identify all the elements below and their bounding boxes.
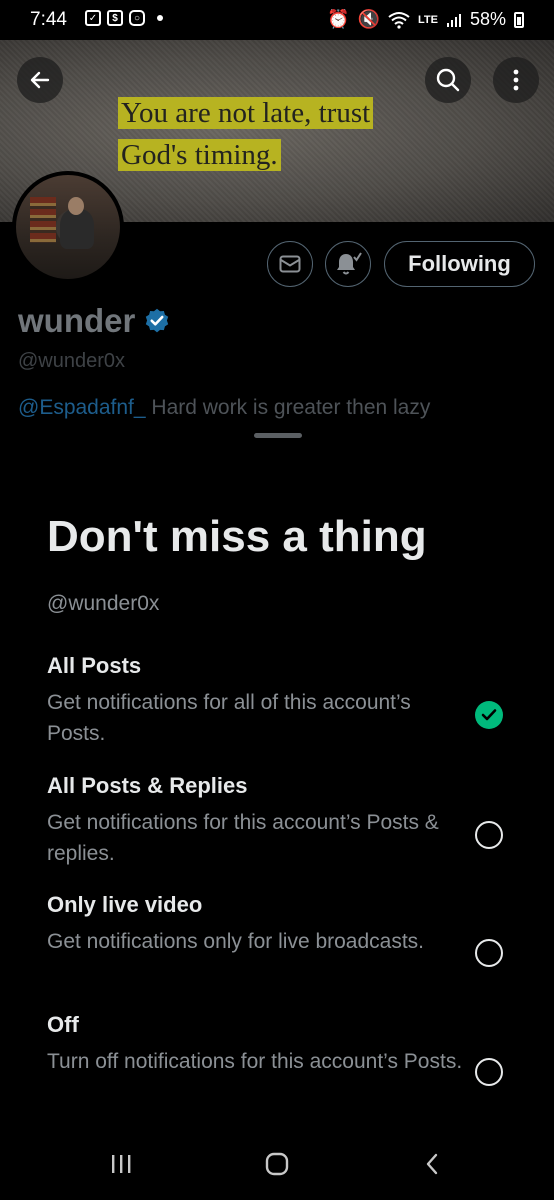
option-description: Get notifications only for live broadcas… (47, 930, 425, 953)
option-only-live-video[interactable]: Only live video Get notifications only f… (47, 892, 527, 967)
option-radio[interactable] (475, 821, 503, 849)
option-off[interactable]: Off Turn off notifications for this acco… (47, 1012, 527, 1086)
signal-icon (446, 13, 461, 27)
option-all-posts-replies[interactable]: All Posts & Replies Get notifications fo… (47, 773, 527, 869)
more-notifications-dot-icon (157, 15, 163, 21)
notification-settings-sheet: Don't miss a thing @wunder0x All Posts G… (0, 420, 554, 1132)
bell-check-icon (337, 252, 362, 275)
recents-icon (112, 1155, 131, 1173)
banner-quote-line2: God's timing. (118, 139, 281, 171)
bio-mention-link[interactable]: @Espadafnf_ (18, 396, 146, 419)
battery-percent: 58% (469, 9, 506, 29)
option-radio[interactable] (475, 1058, 503, 1086)
status-notification-icons: ✓ $ ○ (85, 10, 163, 26)
profile-name-row: wunder (18, 302, 171, 340)
message-button[interactable] (267, 241, 313, 287)
sheet-title: Don't miss a thing (47, 512, 427, 561)
status-bar: 7:44 ✓ $ ○ ⏰ 🔇 LTE 58% (0, 0, 554, 40)
battery-icon (514, 11, 524, 28)
sheet-account-handle: @wunder0x (47, 592, 160, 615)
status-time: 7:44 (30, 9, 67, 30)
option-description: Get notifications for this account’s Pos… (47, 811, 439, 865)
avatar-head (68, 197, 84, 215)
system-navigation-bar (0, 1132, 554, 1200)
option-radio[interactable] (475, 939, 503, 967)
search-icon (436, 68, 460, 92)
status-system-icons: ⏰ 🔇 LTE 58% (327, 9, 524, 30)
back-button[interactable] (17, 57, 63, 103)
wifi-icon (388, 11, 410, 29)
envelope-icon (279, 255, 301, 273)
avatar-person (60, 209, 94, 249)
option-title: Off (47, 1012, 79, 1037)
more-options-button[interactable] (493, 57, 539, 103)
option-title: All Posts (47, 653, 142, 678)
arrow-left-icon (30, 71, 50, 89)
verified-badge-icon (146, 308, 169, 333)
more-vertical-icon (513, 69, 519, 91)
search-button[interactable] (425, 57, 471, 103)
recents-button[interactable] (108, 1152, 134, 1176)
alarm-icon: ⏰ (327, 9, 350, 29)
option-title: All Posts & Replies (47, 773, 248, 798)
banner-quote: You are not late, trust God's timing. (118, 92, 374, 176)
profile-bio: @Espadafnf_ Hard work is greater then la… (18, 396, 430, 420)
lte-label: LTE (418, 13, 438, 26)
check-icon (481, 709, 497, 721)
nav-back-button[interactable] (420, 1152, 446, 1176)
bio-text: Hard work is greater then lazy (145, 396, 431, 419)
avatar-bookshelf (30, 197, 56, 243)
profile-display-name: wunder (18, 302, 136, 339)
instagram-notification-icon: ○ (129, 10, 145, 26)
chevron-left-icon (426, 1153, 438, 1175)
option-all-posts[interactable]: All Posts Get notifications for all of t… (47, 653, 527, 749)
home-icon (265, 1152, 289, 1176)
profile-handle: @wunder0x (18, 350, 126, 372)
banner-quote-line1: You are not late, trust (118, 97, 374, 129)
checkbox-notification-icon: ✓ (85, 10, 101, 26)
profile-avatar[interactable] (12, 171, 124, 283)
sheet-drag-handle[interactable] (254, 433, 302, 438)
option-description: Turn off notifications for this account’… (47, 1050, 463, 1073)
home-button[interactable] (264, 1152, 290, 1176)
option-description: Get notifications for all of this accoun… (47, 691, 411, 745)
shop-notification-icon: $ (107, 10, 123, 26)
option-radio-selected[interactable] (475, 701, 503, 729)
option-title: Only live video (47, 892, 203, 917)
mute-icon: 🔇 (357, 9, 380, 29)
notifications-button[interactable] (325, 241, 371, 287)
following-button[interactable]: Following (384, 241, 535, 287)
